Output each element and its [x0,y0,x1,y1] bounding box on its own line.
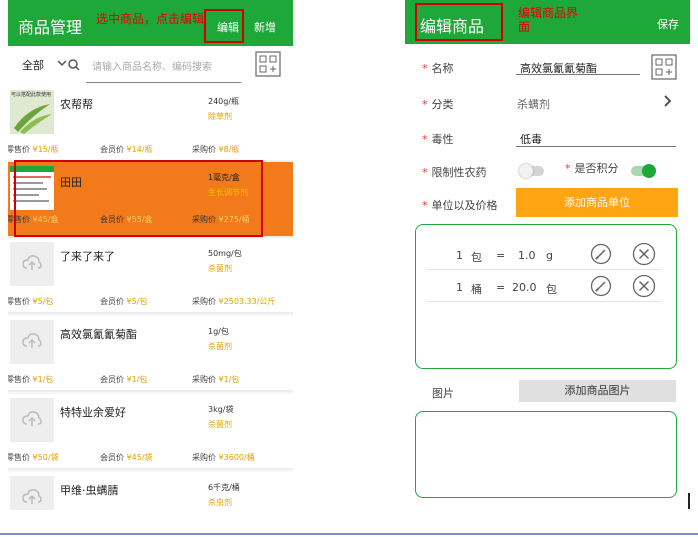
search-row: 全部 请输入商品名称、编码搜索 [8,46,293,86]
product-spec: 6千克/桶 [208,483,240,492]
product-item[interactable]: 甲维·虫螨腈 6千克/桶 杀虫剂 [8,472,293,510]
restricted-label: * 限制性农药 [422,166,487,179]
product-spec: 50mg/包 [208,249,242,258]
product-spec: 3kg/袋 [208,405,234,414]
filter-dropdown[interactable]: 全部 [22,57,44,73]
product-spec: 240g/瓶 [208,97,240,106]
title-highlight-box [415,3,503,41]
delete-x-icon[interactable] [632,274,656,298]
retail-price: 零售价 ¥15/瓶 [8,145,59,154]
product-category: 除草剂 [208,112,232,121]
product-category: 杀菌剂 [208,342,232,351]
product-item[interactable]: 高效氯氰氰菊酯 1g/包 杀菌剂 零售价 ¥1/包 会员价 ¥1/包 采购价 ¥… [8,316,293,392]
cloud-upload-icon [22,489,42,504]
cloud-upload-icon [22,255,42,270]
member-price: 会员价 ¥45/袋 [100,453,153,462]
qr-scan-icon[interactable] [255,51,281,77]
product-list-screen: 商品管理 选中商品，点击编辑 编辑 新增 全部 请输入商品名称、编码搜索 可以搭… [8,0,293,510]
toggle-knob [519,164,533,178]
purchase-price: 采购价 ¥8/瓶 [192,145,240,154]
okra-image-icon [14,104,52,134]
unit-name: 包 [471,251,482,264]
search-underline [86,82,241,83]
chevron-down-icon[interactable] [56,58,80,72]
member-price: 会员价 ¥14/瓶 [100,145,153,154]
edit-pencil-icon[interactable] [590,243,612,265]
selection-highlight-box [14,160,263,237]
toxicity-input[interactable]: 低毒 [520,131,542,147]
image-label: 图片 [432,387,454,400]
product-name: 农帮帮 [60,98,93,111]
product-item[interactable]: 可以搭配此款使用 农帮帮 240g/瓶 除草剂 零售价 ¥15/瓶 会员价 ¥1… [8,86,293,162]
page-title: 商品管理 [18,18,83,37]
search-input[interactable]: 请输入商品名称、编码搜索 [92,58,212,73]
bottom-divider [0,533,698,535]
product-category: 杀菌剂 [208,264,232,273]
add-unit-button[interactable]: 添加商品单位 [516,188,678,217]
points-toggle[interactable] [631,164,656,178]
unit-base: g [546,249,553,262]
header-bar: 商品管理 选中商品，点击编辑 编辑 新增 [8,0,293,46]
product-name: 了来了来了 [60,250,115,263]
product-name: 特特业余爱好 [60,406,126,419]
purchase-price: 采购价 ¥3600/桶 [192,453,255,462]
unit-qty: 1 [456,281,463,294]
product-item[interactable]: 特特业余爱好 3kg/袋 杀菌剂 零售价 ¥50/袋 会员价 ¥45/袋 采购价… [8,394,293,470]
restricted-toggle[interactable] [519,164,544,178]
product-thumbnail [10,242,54,286]
edit-pencil-icon[interactable] [590,275,612,297]
annotation-text: 选中商品，点击编辑 [96,12,205,26]
cursor-caret [688,493,690,509]
purchase-price: 采购价 ¥1/包 [192,375,240,384]
retail-price: 零售价 ¥1/包 [8,375,54,384]
retail-price: 零售价 ¥50/袋 [8,453,59,462]
edit-product-screen: 编辑商品 编辑商品界面 保存 * 名称 高效氯氰氰菊酯 * 分类 杀螨剂 * 毒性 低… [405,0,690,510]
product-thumbnail: 可以搭配此款使用 [10,90,54,134]
unit-qty: 1 [456,249,463,262]
toxicity-label: * 毒性 [422,133,454,146]
retail-price: 零售价 ¥5/包 [8,297,54,306]
qr-scan-icon[interactable] [651,54,677,80]
member-price: 会员价 ¥5/包 [100,297,148,306]
cloud-upload-icon [22,411,42,426]
unit-base: 包 [546,283,557,296]
category-label: * 分类 [422,98,454,111]
add-button[interactable]: 新增 [254,19,276,35]
product-spec: 1g/包 [208,327,229,336]
name-underline [516,74,640,75]
toxicity-underline [516,146,676,147]
unit-list-box: 1 包 = 1.0 g 1 桶 = 20.0 包 [415,224,677,369]
unit-amount: 1.0 [518,249,536,262]
unit-amount: 20.0 [512,281,537,294]
unit-row: 1 包 = 1.0 g [426,239,662,270]
product-thumbnail [10,398,54,442]
unit-row: 1 桶 = 20.0 包 [426,271,662,302]
category-select[interactable]: 杀螨剂 [517,96,550,112]
name-label: * 名称 [422,62,454,75]
product-thumbnail [10,320,54,364]
member-price: 会员价 ¥1/包 [100,375,148,384]
toggle-knob [642,164,656,178]
delete-x-icon[interactable] [632,242,656,266]
product-thumbnail [10,476,54,510]
product-name: 高效氯氰氰菊酯 [60,328,137,341]
points-label: * 是否积分 [565,162,619,175]
add-image-button[interactable]: 添加商品图片 [519,380,676,402]
thumbnail-caption: 可以搭配此款使用 [11,92,52,98]
cloud-upload-icon [22,333,42,348]
unit-name: 桶 [471,283,482,296]
product-name: 甲维·虫螨腈 [60,484,119,497]
chevron-right-icon[interactable] [663,94,673,108]
unit-equals: = [496,249,506,262]
product-item[interactable]: 了来了来了 50mg/包 杀菌剂 零售价 ¥5/包 会员价 ¥5/包 采购价 ¥… [8,238,293,314]
save-button[interactable]: 保存 [657,16,679,32]
product-category: 杀菌剂 [208,420,232,429]
unit-price-label: * 单位以及价格 [422,199,498,212]
edit-highlight-box [204,9,244,43]
annotation-text: 编辑商品界面 [518,6,579,34]
unit-equals: = [496,281,506,294]
product-category: 杀虫剂 [208,498,232,507]
purchase-price: 采购价 ¥2503.33/公斤 [192,297,276,306]
image-upload-box[interactable] [415,411,677,498]
